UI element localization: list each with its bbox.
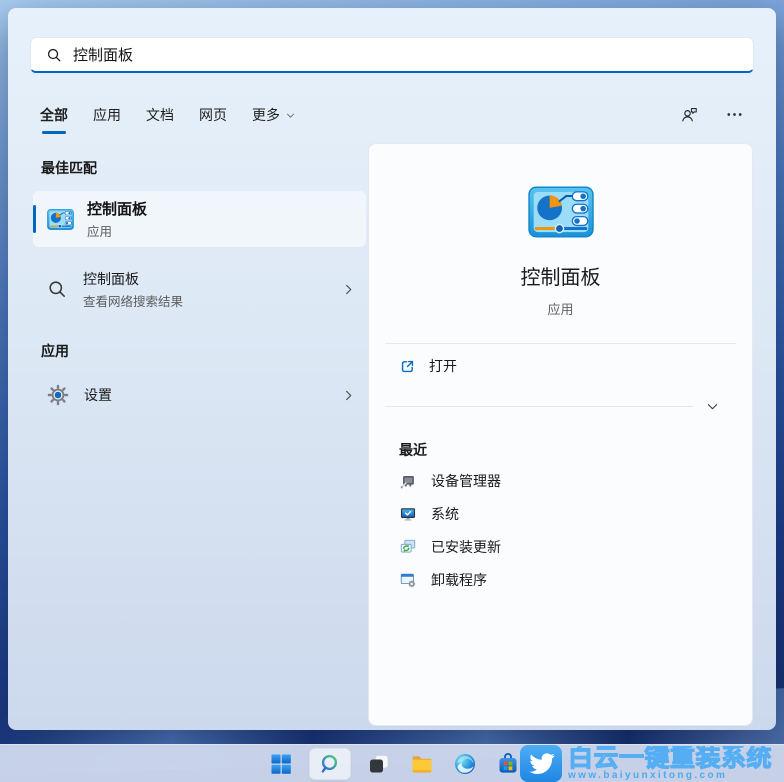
control-panel-icon	[47, 209, 74, 230]
recent-item-label: 已安装更新	[431, 538, 501, 555]
microsoft-store-button[interactable]	[493, 749, 523, 779]
web-search-text: 控制面板 查看网络搜索结果	[83, 269, 341, 310]
recent-item-system[interactable]: 系统	[369, 497, 752, 530]
edge-browser-button[interactable]	[450, 749, 480, 779]
recent-item-label: 卸载程序	[431, 571, 487, 588]
watermark-text: 白云一键重装系统 www.baiyunxitong.com	[568, 746, 784, 781]
chevron-right-icon	[341, 282, 356, 297]
task-view-icon	[367, 752, 391, 776]
best-match-title: 控制面板	[87, 201, 148, 218]
device-manager-icon	[399, 472, 417, 490]
settings-item[interactable]: 设置	[33, 373, 366, 417]
watermark-brand: 白云一键重装系统	[568, 745, 773, 772]
tab-web[interactable]: 网页	[199, 105, 227, 125]
app-title: 控制面板	[520, 267, 601, 289]
results-column: 最佳匹配 控制面板 应用 控制面板 查看网络搜索结果 应用 设置	[33, 158, 366, 417]
recent-item-device-manager[interactable]: 设备管理器	[369, 464, 752, 497]
tab-label: 网页	[199, 107, 227, 123]
search-icon	[318, 752, 342, 776]
search-filter-tabs: 全部 应用 文档 网页 更多	[40, 103, 296, 127]
web-search-item[interactable]: 控制面板 查看网络搜索结果	[33, 263, 366, 315]
divider	[385, 405, 693, 407]
taskbar-buttons	[266, 745, 523, 782]
search-icon	[47, 279, 67, 299]
edge-browser-icon	[453, 752, 477, 776]
installed-updates-icon	[399, 538, 417, 556]
web-search-title: 控制面板	[83, 270, 139, 287]
watermark: 白云一键重装系统 www.baiyunxitong.com	[520, 744, 784, 782]
recent-item-label: 设备管理器	[431, 472, 501, 489]
open-label: 打开	[429, 358, 457, 374]
chevron-down-icon	[285, 110, 296, 121]
best-match-subtitle: 应用	[87, 225, 113, 239]
chevron-down-icon[interactable]	[705, 399, 720, 414]
selection-accent-bar	[33, 205, 36, 233]
search-input[interactable]	[73, 46, 741, 63]
microsoft-store-icon	[496, 752, 520, 776]
best-match-header: 最佳匹配	[41, 160, 97, 176]
app-icon-wrapper	[369, 186, 752, 238]
app-type: 应用	[547, 302, 574, 317]
header-actions	[680, 105, 744, 124]
open-action[interactable]: 打开	[369, 344, 752, 388]
control-panel-icon	[528, 186, 594, 238]
search-flyout-window: 全部 应用 文档 网页 更多 最佳匹配 控制面板 应用	[8, 8, 776, 730]
start-button[interactable]	[266, 749, 296, 779]
best-match-text: 控制面板 应用	[87, 198, 147, 240]
recent-header: 最近	[399, 442, 427, 458]
tab-label: 文档	[146, 107, 174, 123]
windows-start-icon	[269, 752, 293, 776]
settings-gear-icon	[47, 384, 69, 406]
open-external-icon	[399, 358, 416, 375]
recent-item-installed-updates[interactable]: 已安装更新	[369, 530, 752, 563]
web-search-subtitle: 查看网络搜索结果	[83, 294, 184, 309]
uninstall-program-icon	[399, 571, 417, 589]
task-view-button[interactable]	[364, 749, 394, 779]
tab-label: 更多	[252, 107, 280, 123]
collapse-row	[385, 394, 736, 418]
search-box[interactable]	[30, 37, 754, 73]
tab-apps[interactable]: 应用	[93, 105, 121, 125]
system-monitor-icon	[399, 505, 417, 523]
recent-item-uninstall-program[interactable]: 卸载程序	[369, 563, 752, 596]
folder-icon	[410, 752, 434, 776]
taskbar: 白云一键重装系统 www.baiyunxitong.com	[0, 744, 784, 782]
detail-panel: 控制面板 应用 打开 最近 设备管理器 系统 已安装更新 卸载程序	[368, 143, 753, 726]
search-button[interactable]	[309, 748, 351, 780]
tab-all[interactable]: 全部	[40, 105, 68, 125]
search-icon	[46, 47, 62, 63]
settings-label: 设置	[84, 387, 112, 403]
file-explorer-button[interactable]	[407, 749, 437, 779]
tab-documents[interactable]: 文档	[146, 105, 174, 125]
recent-item-label: 系统	[431, 505, 459, 522]
tab-label: 应用	[93, 107, 121, 123]
tab-label: 全部	[40, 107, 68, 123]
more-options-icon[interactable]	[725, 105, 744, 124]
tab-more[interactable]: 更多	[252, 105, 296, 125]
apps-header: 应用	[41, 343, 69, 359]
chevron-right-icon	[341, 388, 356, 403]
bird-icon	[520, 744, 562, 782]
best-match-item[interactable]: 控制面板 应用	[33, 191, 366, 247]
user-feedback-icon[interactable]	[680, 105, 699, 124]
